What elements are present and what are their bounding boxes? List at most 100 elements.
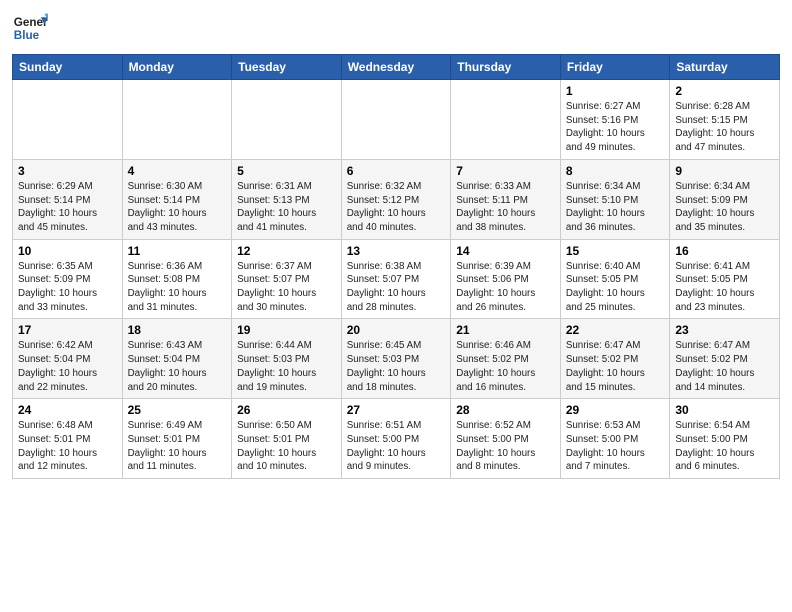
day-info: Sunrise: 6:30 AMSunset: 5:14 PMDaylight:… bbox=[128, 180, 227, 235]
day-info: Sunrise: 6:34 AMSunset: 5:09 PMDaylight:… bbox=[675, 180, 774, 235]
day-number: 25 bbox=[128, 403, 227, 417]
calendar-cell: 13 Sunrise: 6:38 AMSunset: 5:07 PMDayligh… bbox=[341, 239, 451, 319]
day-info: Sunrise: 6:46 AMSunset: 5:02 PMDaylight:… bbox=[456, 339, 555, 394]
calendar-table: SundayMondayTuesdayWednesdayThursdayFrid… bbox=[12, 54, 780, 479]
day-info: Sunrise: 6:38 AMSunset: 5:07 PMDaylight:… bbox=[347, 260, 446, 315]
day-info: Sunrise: 6:43 AMSunset: 5:04 PMDaylight:… bbox=[128, 339, 227, 394]
svg-text:Blue: Blue bbox=[14, 29, 40, 42]
day-info: Sunrise: 6:44 AMSunset: 5:03 PMDaylight:… bbox=[237, 339, 336, 394]
day-info: Sunrise: 6:35 AMSunset: 5:09 PMDaylight:… bbox=[18, 260, 117, 315]
day-number: 14 bbox=[456, 244, 555, 258]
day-info: Sunrise: 6:52 AMSunset: 5:00 PMDaylight:… bbox=[456, 419, 555, 474]
day-number: 16 bbox=[675, 244, 774, 258]
calendar-cell: 14 Sunrise: 6:39 AMSunset: 5:06 PMDayligh… bbox=[451, 239, 561, 319]
day-number: 3 bbox=[18, 164, 117, 178]
day-number: 8 bbox=[566, 164, 665, 178]
day-number: 22 bbox=[566, 323, 665, 337]
calendar-cell: 21 Sunrise: 6:46 AMSunset: 5:02 PMDayligh… bbox=[451, 319, 561, 399]
calendar-cell: 17 Sunrise: 6:42 AMSunset: 5:04 PMDayligh… bbox=[13, 319, 123, 399]
day-info: Sunrise: 6:28 AMSunset: 5:15 PMDaylight:… bbox=[675, 100, 774, 155]
calendar-cell: 9 Sunrise: 6:34 AMSunset: 5:09 PMDaylight… bbox=[670, 159, 780, 239]
day-number: 19 bbox=[237, 323, 336, 337]
day-number: 18 bbox=[128, 323, 227, 337]
calendar-cell: 15 Sunrise: 6:40 AMSunset: 5:05 PMDayligh… bbox=[560, 239, 670, 319]
calendar-cell: 28 Sunrise: 6:52 AMSunset: 5:00 PMDayligh… bbox=[451, 399, 561, 479]
day-info: Sunrise: 6:42 AMSunset: 5:04 PMDaylight:… bbox=[18, 339, 117, 394]
weekday-header: Monday bbox=[122, 55, 232, 80]
day-number: 23 bbox=[675, 323, 774, 337]
day-number: 9 bbox=[675, 164, 774, 178]
day-number: 27 bbox=[347, 403, 446, 417]
day-info: Sunrise: 6:31 AMSunset: 5:13 PMDaylight:… bbox=[237, 180, 336, 235]
calendar-cell bbox=[232, 80, 342, 160]
day-number: 12 bbox=[237, 244, 336, 258]
day-number: 13 bbox=[347, 244, 446, 258]
weekday-header: Friday bbox=[560, 55, 670, 80]
calendar-cell: 22 Sunrise: 6:47 AMSunset: 5:02 PMDayligh… bbox=[560, 319, 670, 399]
calendar-cell bbox=[122, 80, 232, 160]
day-info: Sunrise: 6:37 AMSunset: 5:07 PMDaylight:… bbox=[237, 260, 336, 315]
day-number: 6 bbox=[347, 164, 446, 178]
day-number: 4 bbox=[128, 164, 227, 178]
calendar-cell: 3Sunrise: 6:29 AMSunset: 5:14 PMDaylight… bbox=[13, 159, 123, 239]
day-number: 20 bbox=[347, 323, 446, 337]
logo: General Blue bbox=[12, 10, 48, 46]
calendar-cell: 30 Sunrise: 6:54 AMSunset: 5:00 PMDayligh… bbox=[670, 399, 780, 479]
day-info: Sunrise: 6:45 AMSunset: 5:03 PMDaylight:… bbox=[347, 339, 446, 394]
calendar-cell: 7Sunrise: 6:33 AMSunset: 5:11 PMDaylight… bbox=[451, 159, 561, 239]
weekday-header: Thursday bbox=[451, 55, 561, 80]
calendar-cell: 29 Sunrise: 6:53 AMSunset: 5:00 PMDayligh… bbox=[560, 399, 670, 479]
calendar-cell: 20 Sunrise: 6:45 AMSunset: 5:03 PMDayligh… bbox=[341, 319, 451, 399]
header: General Blue bbox=[12, 10, 780, 46]
calendar-cell: 11 Sunrise: 6:36 AMSunset: 5:08 PMDayligh… bbox=[122, 239, 232, 319]
day-info: Sunrise: 6:36 AMSunset: 5:08 PMDaylight:… bbox=[128, 260, 227, 315]
weekday-header: Tuesday bbox=[232, 55, 342, 80]
calendar-cell: 12 Sunrise: 6:37 AMSunset: 5:07 PMDayligh… bbox=[232, 239, 342, 319]
day-info: Sunrise: 6:34 AMSunset: 5:10 PMDaylight:… bbox=[566, 180, 665, 235]
calendar-cell bbox=[451, 80, 561, 160]
day-info: Sunrise: 6:40 AMSunset: 5:05 PMDaylight:… bbox=[566, 260, 665, 315]
day-info: Sunrise: 6:50 AMSunset: 5:01 PMDaylight:… bbox=[237, 419, 336, 474]
day-number: 21 bbox=[456, 323, 555, 337]
calendar-cell: 6 Sunrise: 6:32 AMSunset: 5:12 PMDaylight… bbox=[341, 159, 451, 239]
calendar-cell: 24Sunrise: 6:48 AMSunset: 5:01 PMDayligh… bbox=[13, 399, 123, 479]
calendar-cell: 10 Sunrise: 6:35 AMSunset: 5:09 PMDayligh… bbox=[13, 239, 123, 319]
calendar-cell: 16 Sunrise: 6:41 AMSunset: 5:05 PMDayligh… bbox=[670, 239, 780, 319]
day-info: Sunrise: 6:54 AMSunset: 5:00 PMDaylight:… bbox=[675, 419, 774, 474]
calendar-container: General Blue SundayMondayTuesdayWednesda… bbox=[0, 0, 792, 489]
weekday-header: Sunday bbox=[13, 55, 123, 80]
calendar-cell: 27Sunrise: 6:51 AMSunset: 5:00 PMDayligh… bbox=[341, 399, 451, 479]
calendar-cell: 26 Sunrise: 6:50 AMSunset: 5:01 PMDayligh… bbox=[232, 399, 342, 479]
day-number: 28 bbox=[456, 403, 555, 417]
day-number: 2 bbox=[675, 84, 774, 98]
day-number: 10 bbox=[18, 244, 117, 258]
day-info: Sunrise: 6:48 AMSunset: 5:01 PMDaylight:… bbox=[18, 419, 117, 474]
day-info: Sunrise: 6:47 AMSunset: 5:02 PMDaylight:… bbox=[566, 339, 665, 394]
day-info: Sunrise: 6:49 AMSunset: 5:01 PMDaylight:… bbox=[128, 419, 227, 474]
day-info: Sunrise: 6:41 AMSunset: 5:05 PMDaylight:… bbox=[675, 260, 774, 315]
day-number: 30 bbox=[675, 403, 774, 417]
calendar-cell bbox=[13, 80, 123, 160]
calendar-cell: 8 Sunrise: 6:34 AMSunset: 5:10 PMDaylight… bbox=[560, 159, 670, 239]
day-number: 26 bbox=[237, 403, 336, 417]
calendar-cell: 2 Sunrise: 6:28 AMSunset: 5:15 PMDaylight… bbox=[670, 80, 780, 160]
day-number: 1 bbox=[566, 84, 665, 98]
day-info: Sunrise: 6:33 AMSunset: 5:11 PMDaylight:… bbox=[456, 180, 555, 235]
day-number: 11 bbox=[128, 244, 227, 258]
calendar-cell: 23 Sunrise: 6:47 AMSunset: 5:02 PMDayligh… bbox=[670, 319, 780, 399]
calendar-cell: 1 Sunrise: 6:27 AMSunset: 5:16 PMDaylight… bbox=[560, 80, 670, 160]
day-number: 29 bbox=[566, 403, 665, 417]
day-number: 5 bbox=[237, 164, 336, 178]
day-info: Sunrise: 6:39 AMSunset: 5:06 PMDaylight:… bbox=[456, 260, 555, 315]
day-info: Sunrise: 6:53 AMSunset: 5:00 PMDaylight:… bbox=[566, 419, 665, 474]
day-info: Sunrise: 6:32 AMSunset: 5:12 PMDaylight:… bbox=[347, 180, 446, 235]
calendar-cell: 5 Sunrise: 6:31 AMSunset: 5:13 PMDaylight… bbox=[232, 159, 342, 239]
calendar-cell: 25 Sunrise: 6:49 AMSunset: 5:01 PMDayligh… bbox=[122, 399, 232, 479]
weekday-header: Wednesday bbox=[341, 55, 451, 80]
day-info: Sunrise: 6:27 AMSunset: 5:16 PMDaylight:… bbox=[566, 100, 665, 155]
day-info: Sunrise: 6:47 AMSunset: 5:02 PMDaylight:… bbox=[675, 339, 774, 394]
calendar-cell: 19 Sunrise: 6:44 AMSunset: 5:03 PMDayligh… bbox=[232, 319, 342, 399]
day-number: 15 bbox=[566, 244, 665, 258]
day-number: 17 bbox=[18, 323, 117, 337]
calendar-cell: 4 Sunrise: 6:30 AMSunset: 5:14 PMDaylight… bbox=[122, 159, 232, 239]
